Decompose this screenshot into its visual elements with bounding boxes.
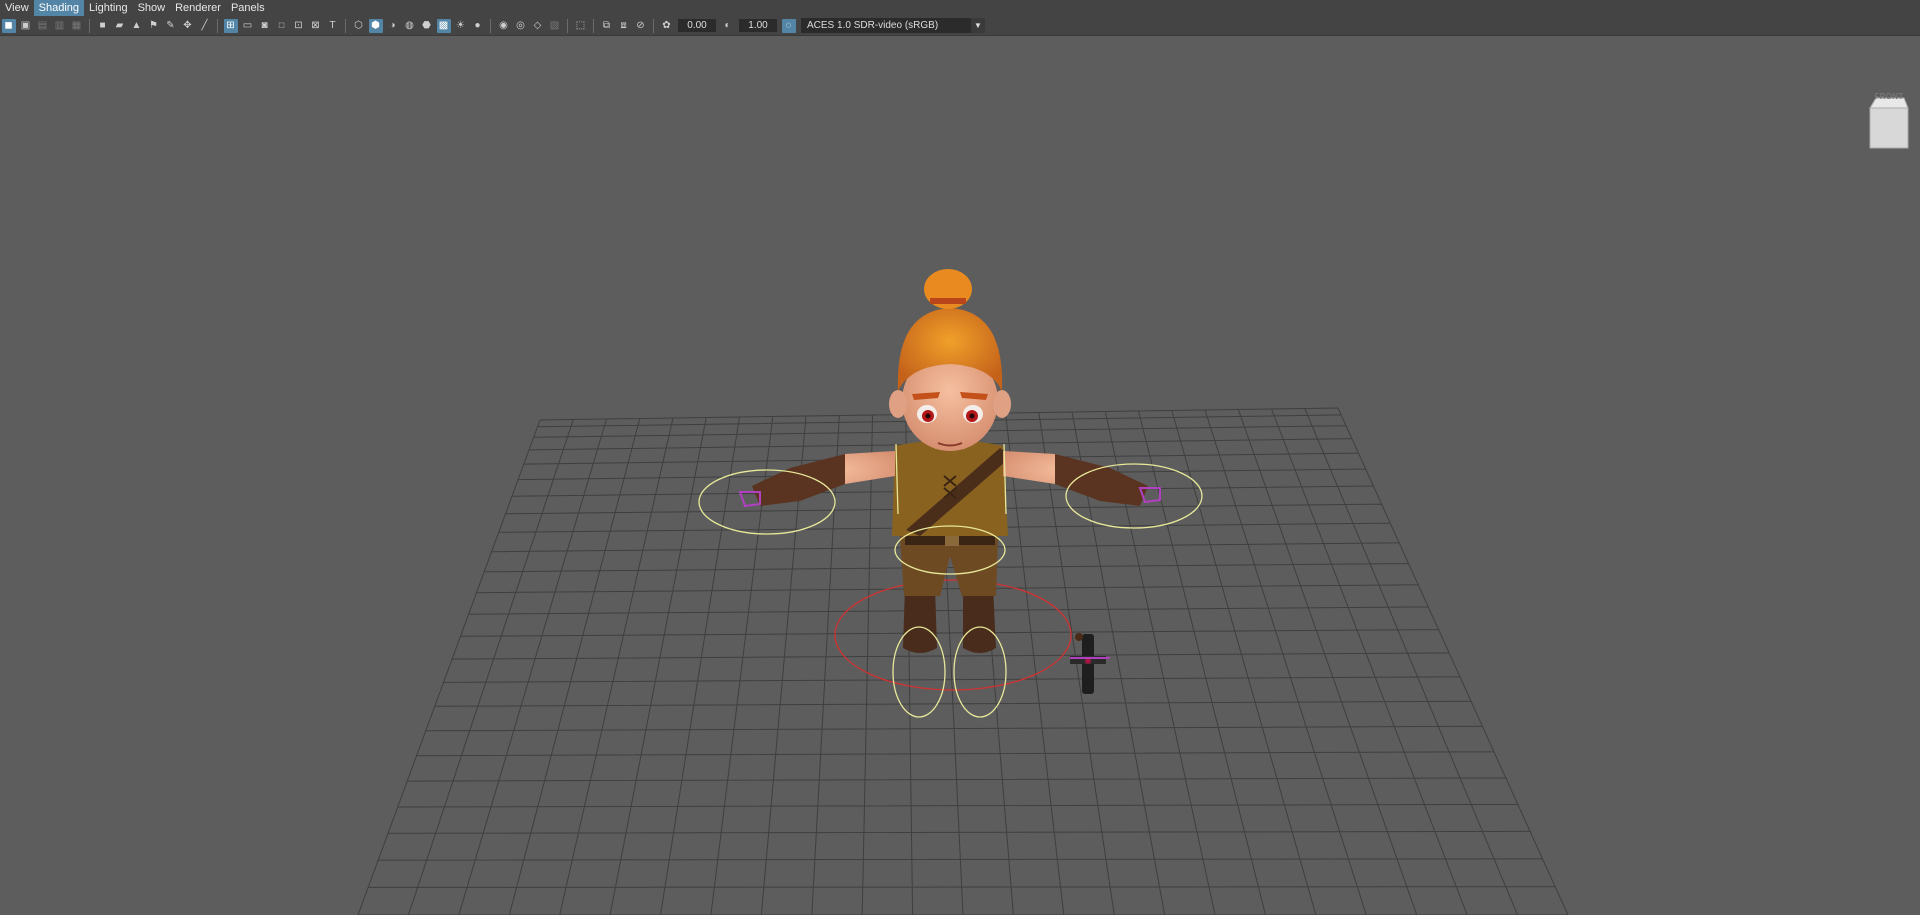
bookmark-flag-icon[interactable]: ⚑ [147, 19, 161, 33]
backface-culling-icon[interactable]: ⊘ [634, 19, 648, 33]
menu-view[interactable]: View [0, 0, 34, 16]
toolbar-separator [593, 18, 594, 33]
anti-aliasing-icon[interactable]: ◎ [514, 19, 528, 33]
depth-of-field-icon[interactable]: ◇ [531, 19, 545, 33]
toolbar-separator [490, 18, 491, 33]
wireframe-on-shaded-icon[interactable]: ◍ [403, 19, 417, 33]
film-gate-icon[interactable]: ▭ [241, 19, 255, 33]
xray-active-components-icon[interactable]: ⧈ [617, 19, 631, 33]
panel-menubar: View Shading Lighting Show Renderer Pane… [0, 0, 1920, 16]
color-management-icon[interactable]: ◌ [781, 18, 796, 33]
toolbar-separator [89, 18, 90, 33]
two-d-pan-zoom-icon[interactable]: ▦ [70, 19, 84, 33]
textured-icon[interactable]: ⬣ [420, 19, 434, 33]
isolate-select-icon[interactable]: ⬚ [574, 19, 588, 33]
safe-action-icon[interactable]: ⊠ [309, 19, 323, 33]
pencil-icon[interactable]: ╱ [198, 19, 212, 33]
resolution-gate-icon[interactable]: ◙ [258, 19, 272, 33]
view-transform-select[interactable]: ACES 1.0 SDR-video (sRGB) [801, 18, 971, 33]
chevron-down-icon[interactable]: ▼ [971, 18, 985, 33]
grid-icon[interactable]: ⊞ [223, 18, 238, 33]
gate-mask-icon[interactable]: ◘ [275, 19, 289, 33]
field-chart-icon[interactable]: ⊡ [292, 19, 306, 33]
toolbar-separator [217, 18, 218, 33]
default-material-icon[interactable]: ◑ [386, 19, 400, 33]
wireframe-icon[interactable]: ⬡ [352, 19, 366, 33]
viewport-canvas[interactable] [0, 36, 1920, 915]
motion-blur-icon[interactable]: ◉ [497, 19, 511, 33]
camera-attributes-icon[interactable]: ▣ [19, 19, 33, 33]
toolbar-separator [567, 18, 568, 33]
camera-icon[interactable]: ■ [96, 19, 110, 33]
lock-camera-icon[interactable]: ▰ [113, 19, 127, 33]
gamma-icon[interactable]: ◐ [721, 19, 735, 33]
sword-model [1070, 633, 1106, 694]
toolbar-separator [345, 18, 346, 33]
exposure-field[interactable]: 0.00 [678, 19, 716, 32]
menu-show[interactable]: Show [133, 0, 171, 16]
shadows-icon[interactable]: ☀ [454, 19, 468, 33]
camera-bookmark-icon[interactable]: ▲ [130, 19, 144, 33]
pan-zoom-icon[interactable]: ✥ [181, 19, 195, 33]
grease-pencil-icon[interactable]: ✎ [164, 19, 178, 33]
select-camera-icon[interactable]: ◼ [1, 18, 16, 33]
xray-icon[interactable]: ▨ [548, 19, 562, 33]
panel-toolbar: ◼ ▣ ▤ ▥ ▦ ■ ▰ ▲ ⚑ ✎ ✥ ╱ ⊞ ▭ ◙ ◘ ⊡ ⊠ T ⬡ … [0, 16, 1920, 36]
use-all-lights-icon[interactable]: ▩ [436, 18, 451, 33]
toolbar-separator [653, 18, 654, 33]
viewport-3d[interactable] [0, 36, 1920, 915]
ambient-occlusion-icon[interactable]: ● [471, 19, 485, 33]
menu-lighting[interactable]: Lighting [84, 0, 133, 16]
menu-shading[interactable]: Shading [33, 0, 85, 16]
menu-renderer[interactable]: Renderer [170, 0, 226, 16]
character-model [752, 269, 1148, 653]
safe-title-icon[interactable]: T [326, 19, 340, 33]
menu-panels[interactable]: Panels [226, 0, 270, 16]
bookmark-icon[interactable]: ▤ [36, 19, 50, 33]
view-cube-label[interactable]: FRONT [1871, 92, 1907, 101]
smooth-shade-icon[interactable]: ⬢ [368, 18, 383, 33]
exposure-icon[interactable]: ✿ [660, 19, 674, 33]
xray-joints-icon[interactable]: ⧉ [600, 19, 614, 33]
image-plane-icon[interactable]: ▥ [53, 19, 67, 33]
gamma-field[interactable]: 1.00 [739, 19, 777, 32]
view-cube[interactable] [1868, 96, 1910, 150]
